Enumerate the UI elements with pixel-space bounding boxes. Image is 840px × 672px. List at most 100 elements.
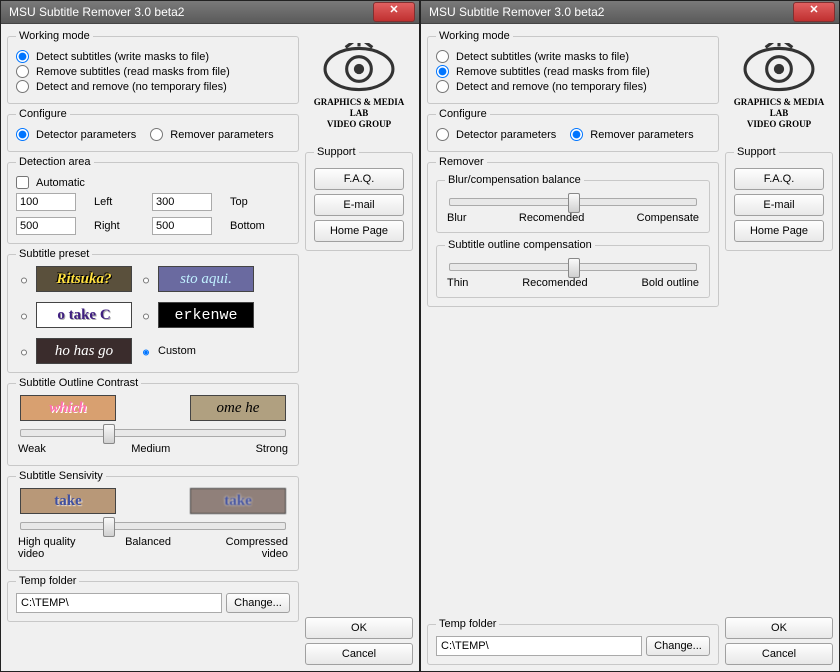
temp-path-input[interactable] (16, 593, 222, 613)
balance-tick-comp: Compensate (637, 212, 699, 224)
temp-folder-legend: Temp folder (436, 618, 499, 630)
preset-1-thumb[interactable]: Ritsuka? (36, 266, 132, 292)
balance-tick-blur: Blur (447, 212, 467, 224)
change-button[interactable]: Change... (226, 593, 290, 613)
cfg-remover-label: Remover parameters (170, 129, 273, 141)
wm-remove-radio[interactable] (436, 65, 449, 78)
support-legend: Support (314, 146, 359, 158)
outline-tick-thin: Thin (447, 277, 468, 289)
automatic-label: Automatic (36, 177, 85, 189)
cfg-detector-radio[interactable] (436, 128, 449, 141)
preset-4-thumb[interactable]: erkenwe (158, 302, 254, 328)
ok-button[interactable]: OK (725, 617, 833, 639)
temp-folder-group: Temp folder Change... (427, 618, 719, 665)
outline-subgroup: Subtitle outline compensation Thin Recom… (436, 239, 710, 298)
logo-line2: VIDEO GROUP (327, 119, 391, 129)
balance-slider[interactable] (449, 198, 697, 206)
wm-remove-radio[interactable] (16, 65, 29, 78)
titlebar: MSU Subtitle Remover 3.0 beta2 ✕ (421, 1, 839, 24)
logo-line2: VIDEO GROUP (747, 119, 811, 129)
contrast-slider-thumb[interactable] (103, 424, 115, 444)
wm-remove-label: Remove subtitles (read masks from file) (36, 66, 230, 78)
configure-legend: Configure (16, 108, 70, 120)
cfg-remover-label: Remover parameters (590, 129, 693, 141)
bottom-input[interactable] (152, 217, 212, 235)
preset-custom-radio[interactable] (143, 346, 149, 359)
sense-tick-hq: High quality video (18, 536, 78, 560)
sense-tick-comp: Compressed video (218, 536, 288, 560)
left-label: Left (94, 196, 144, 208)
change-button[interactable]: Change... (646, 636, 710, 656)
detection-area-legend: Detection area (16, 156, 94, 168)
cfg-remover-radio[interactable] (150, 128, 163, 141)
sense-tick-bal: Balanced (125, 536, 171, 560)
remover-group: Remover Blur/compensation balance Blur R… (427, 156, 719, 307)
eye-icon (743, 43, 815, 95)
logo-line1: GRAPHICS & MEDIA LAB (314, 97, 405, 118)
configure-legend: Configure (436, 108, 490, 120)
balance-subgroup: Blur/compensation balance Blur Recomende… (436, 174, 710, 233)
outline-slider-thumb[interactable] (568, 258, 580, 278)
subtitle-preset-group: Subtitle preset Ritsuka? sto aqui. o tak… (7, 248, 299, 373)
support-group: Support F.A.Q. E-mail Home Page (725, 146, 833, 251)
temp-path-input[interactable] (436, 636, 642, 656)
configure-group: Configure Detector parameters Remover pa… (7, 108, 299, 152)
cfg-remover-radio[interactable] (570, 128, 583, 141)
preset-5-thumb[interactable]: ho has go (36, 338, 132, 364)
cancel-button[interactable]: Cancel (305, 643, 413, 665)
logo: GRAPHICS & MEDIA LAB VIDEO GROUP (725, 30, 833, 142)
outline-slider[interactable] (449, 263, 697, 271)
balance-slider-thumb[interactable] (568, 193, 580, 213)
sense-comp-thumb: take (190, 488, 286, 514)
configure-group: Configure Detector parameters Remover pa… (427, 108, 719, 152)
outline-tick-rec: Recomended (522, 277, 587, 289)
outline-contrast-group: Subtitle Outline Contrast which ome he W… (7, 377, 299, 466)
working-mode-legend: Working mode (16, 30, 93, 42)
cfg-detector-radio[interactable] (16, 128, 29, 141)
contrast-tick-weak: Weak (18, 443, 46, 455)
preset-3-thumb[interactable]: o take C (36, 302, 132, 328)
automatic-checkbox[interactable] (16, 176, 29, 189)
wm-both-label: Detect and remove (no temporary files) (36, 81, 227, 93)
faq-button[interactable]: F.A.Q. (314, 168, 404, 190)
window-detector: MSU Subtitle Remover 3.0 beta2 ✕ Working… (0, 0, 420, 672)
close-icon: ✕ (809, 4, 818, 16)
top-input[interactable] (152, 193, 212, 211)
close-icon: ✕ (389, 4, 398, 16)
email-button[interactable]: E-mail (314, 194, 404, 216)
wm-detect-radio[interactable] (436, 50, 449, 63)
sensitivity-slider-thumb[interactable] (103, 517, 115, 537)
wm-detect-radio[interactable] (16, 50, 29, 63)
ok-button[interactable]: OK (305, 617, 413, 639)
outline-tick-bold: Bold outline (642, 277, 700, 289)
bottom-label: Bottom (230, 220, 290, 232)
sensitivity-slider[interactable] (20, 522, 286, 530)
cancel-button[interactable]: Cancel (725, 643, 833, 665)
preset-3-radio[interactable] (21, 310, 27, 323)
preset-custom-label: Custom (158, 345, 254, 357)
preset-2-thumb[interactable]: sto aqui. (158, 266, 254, 292)
working-mode-group: Working mode Detect subtitles (write mas… (427, 30, 719, 104)
close-button[interactable]: ✕ (373, 2, 415, 22)
preset-5-radio[interactable] (21, 346, 27, 359)
right-input[interactable] (16, 217, 76, 235)
close-button[interactable]: ✕ (793, 2, 835, 22)
email-button[interactable]: E-mail (734, 194, 824, 216)
wm-both-radio[interactable] (16, 80, 29, 93)
faq-button[interactable]: F.A.Q. (734, 168, 824, 190)
home-button[interactable]: Home Page (314, 220, 404, 242)
sense-hq-thumb: take (20, 488, 116, 514)
preset-2-radio[interactable] (143, 274, 149, 287)
preset-1-radio[interactable] (21, 274, 27, 287)
contrast-slider[interactable] (20, 429, 286, 437)
temp-folder-group: Temp folder Change... (7, 575, 299, 622)
left-input[interactable] (16, 193, 76, 211)
contrast-weak-thumb: which (20, 395, 116, 421)
preset-4-radio[interactable] (143, 310, 149, 323)
wm-both-radio[interactable] (436, 80, 449, 93)
temp-folder-legend: Temp folder (16, 575, 79, 587)
subtitle-preset-legend: Subtitle preset (16, 248, 92, 260)
eye-icon (323, 43, 395, 95)
detection-area-group: Detection area Automatic Left Top Right … (7, 156, 299, 244)
home-button[interactable]: Home Page (734, 220, 824, 242)
